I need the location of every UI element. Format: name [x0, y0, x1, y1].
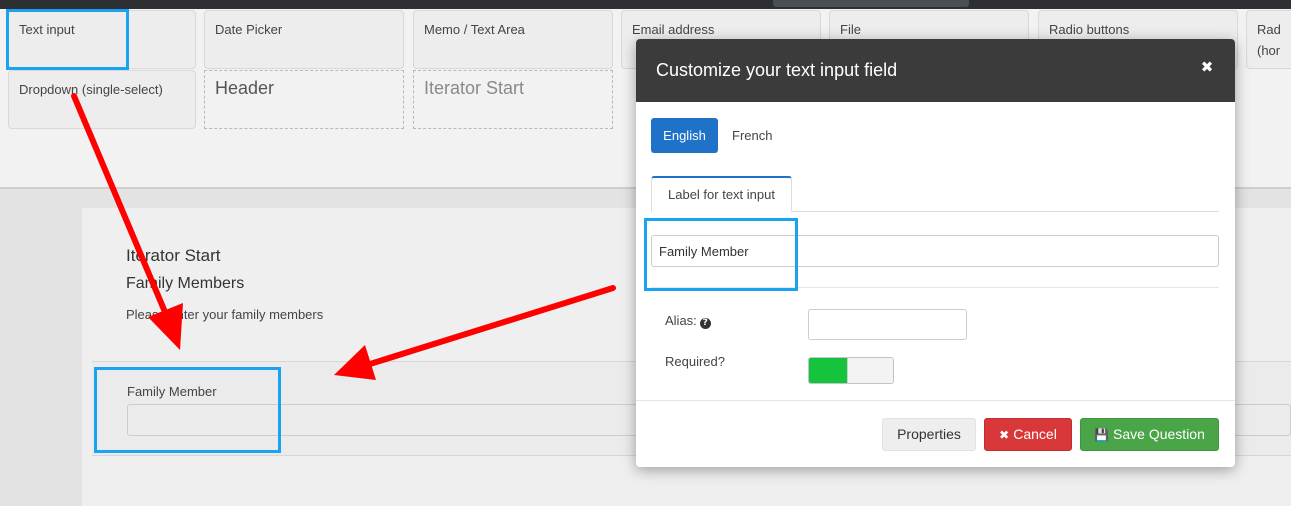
alias-label: Alias:? [665, 313, 711, 329]
times-icon: ✖ [999, 428, 1010, 442]
language-tab-english[interactable]: English [651, 118, 718, 153]
palette-item-label: Text input [19, 22, 75, 37]
dialog-title: Customize your text input field [656, 60, 898, 80]
close-icon[interactable]: ✖ [1196, 56, 1218, 78]
palette-item-label: File [840, 22, 861, 37]
tab-label-for-text-input[interactable]: Label for text input [651, 176, 792, 212]
properties-button-label: Properties [897, 426, 961, 442]
palette-item-label: Dropdown (single-select) [19, 82, 163, 97]
alias-input[interactable] [808, 309, 967, 340]
iterator-title: Iterator Start [126, 246, 221, 265]
divider [651, 287, 1219, 288]
palette-item-label: Date Picker [215, 22, 283, 37]
palette-item-label: Memo / Text Area [424, 22, 525, 37]
palette-item-label: Email address [632, 22, 715, 37]
question-circle-icon[interactable]: ? [699, 318, 711, 329]
iterator-description: Please enter your family members [126, 307, 324, 322]
toggle-knob[interactable] [847, 358, 893, 383]
toggle-on-state [809, 358, 847, 383]
iterator-subtitle: Family Members [126, 275, 245, 292]
cancel-button-label: Cancel [1013, 426, 1057, 442]
dialog-header: Customize your text input field ✖ [636, 39, 1235, 102]
top-bar-tab[interactable] [773, 0, 969, 7]
save-question-button[interactable]: 💾 Save Question [1080, 418, 1219, 451]
palette-item-text-input[interactable]: Text input [8, 10, 196, 69]
palette-item-label: Rad (hor [1257, 22, 1281, 58]
palette-item-dropdown[interactable]: Dropdown (single-select) [8, 70, 196, 129]
required-toggle[interactable] [808, 357, 894, 384]
palette-item-iterator-start[interactable]: Iterator Start [413, 70, 613, 129]
palette-item-label: Radio buttons [1049, 22, 1130, 37]
top-bar [0, 0, 1291, 9]
family-member-field-label: Family Member [127, 384, 217, 399]
dialog-footer-divider [636, 400, 1235, 401]
palette-item-radio-horizontal[interactable]: Rad (hor [1246, 10, 1291, 69]
customize-dialog: Customize your text input field ✖ Englis… [636, 39, 1235, 467]
alias-label-text: Alias: [665, 313, 697, 328]
cancel-button[interactable]: ✖ Cancel [984, 418, 1072, 451]
palette-item-label: Iterator Start [424, 78, 525, 98]
language-tab-french[interactable]: French [720, 118, 784, 153]
save-question-button-label: Save Question [1113, 426, 1205, 442]
required-label: Required? [665, 354, 725, 369]
palette-item-label: Header [215, 78, 275, 98]
palette-item-date-picker[interactable]: Date Picker [204, 10, 404, 69]
floppy-disk-icon: 💾 [1094, 428, 1110, 442]
label-text-input[interactable] [651, 235, 1219, 267]
properties-button[interactable]: Properties [882, 418, 976, 451]
palette-item-memo[interactable]: Memo / Text Area [413, 10, 613, 69]
palette-item-header[interactable]: Header [204, 70, 404, 129]
